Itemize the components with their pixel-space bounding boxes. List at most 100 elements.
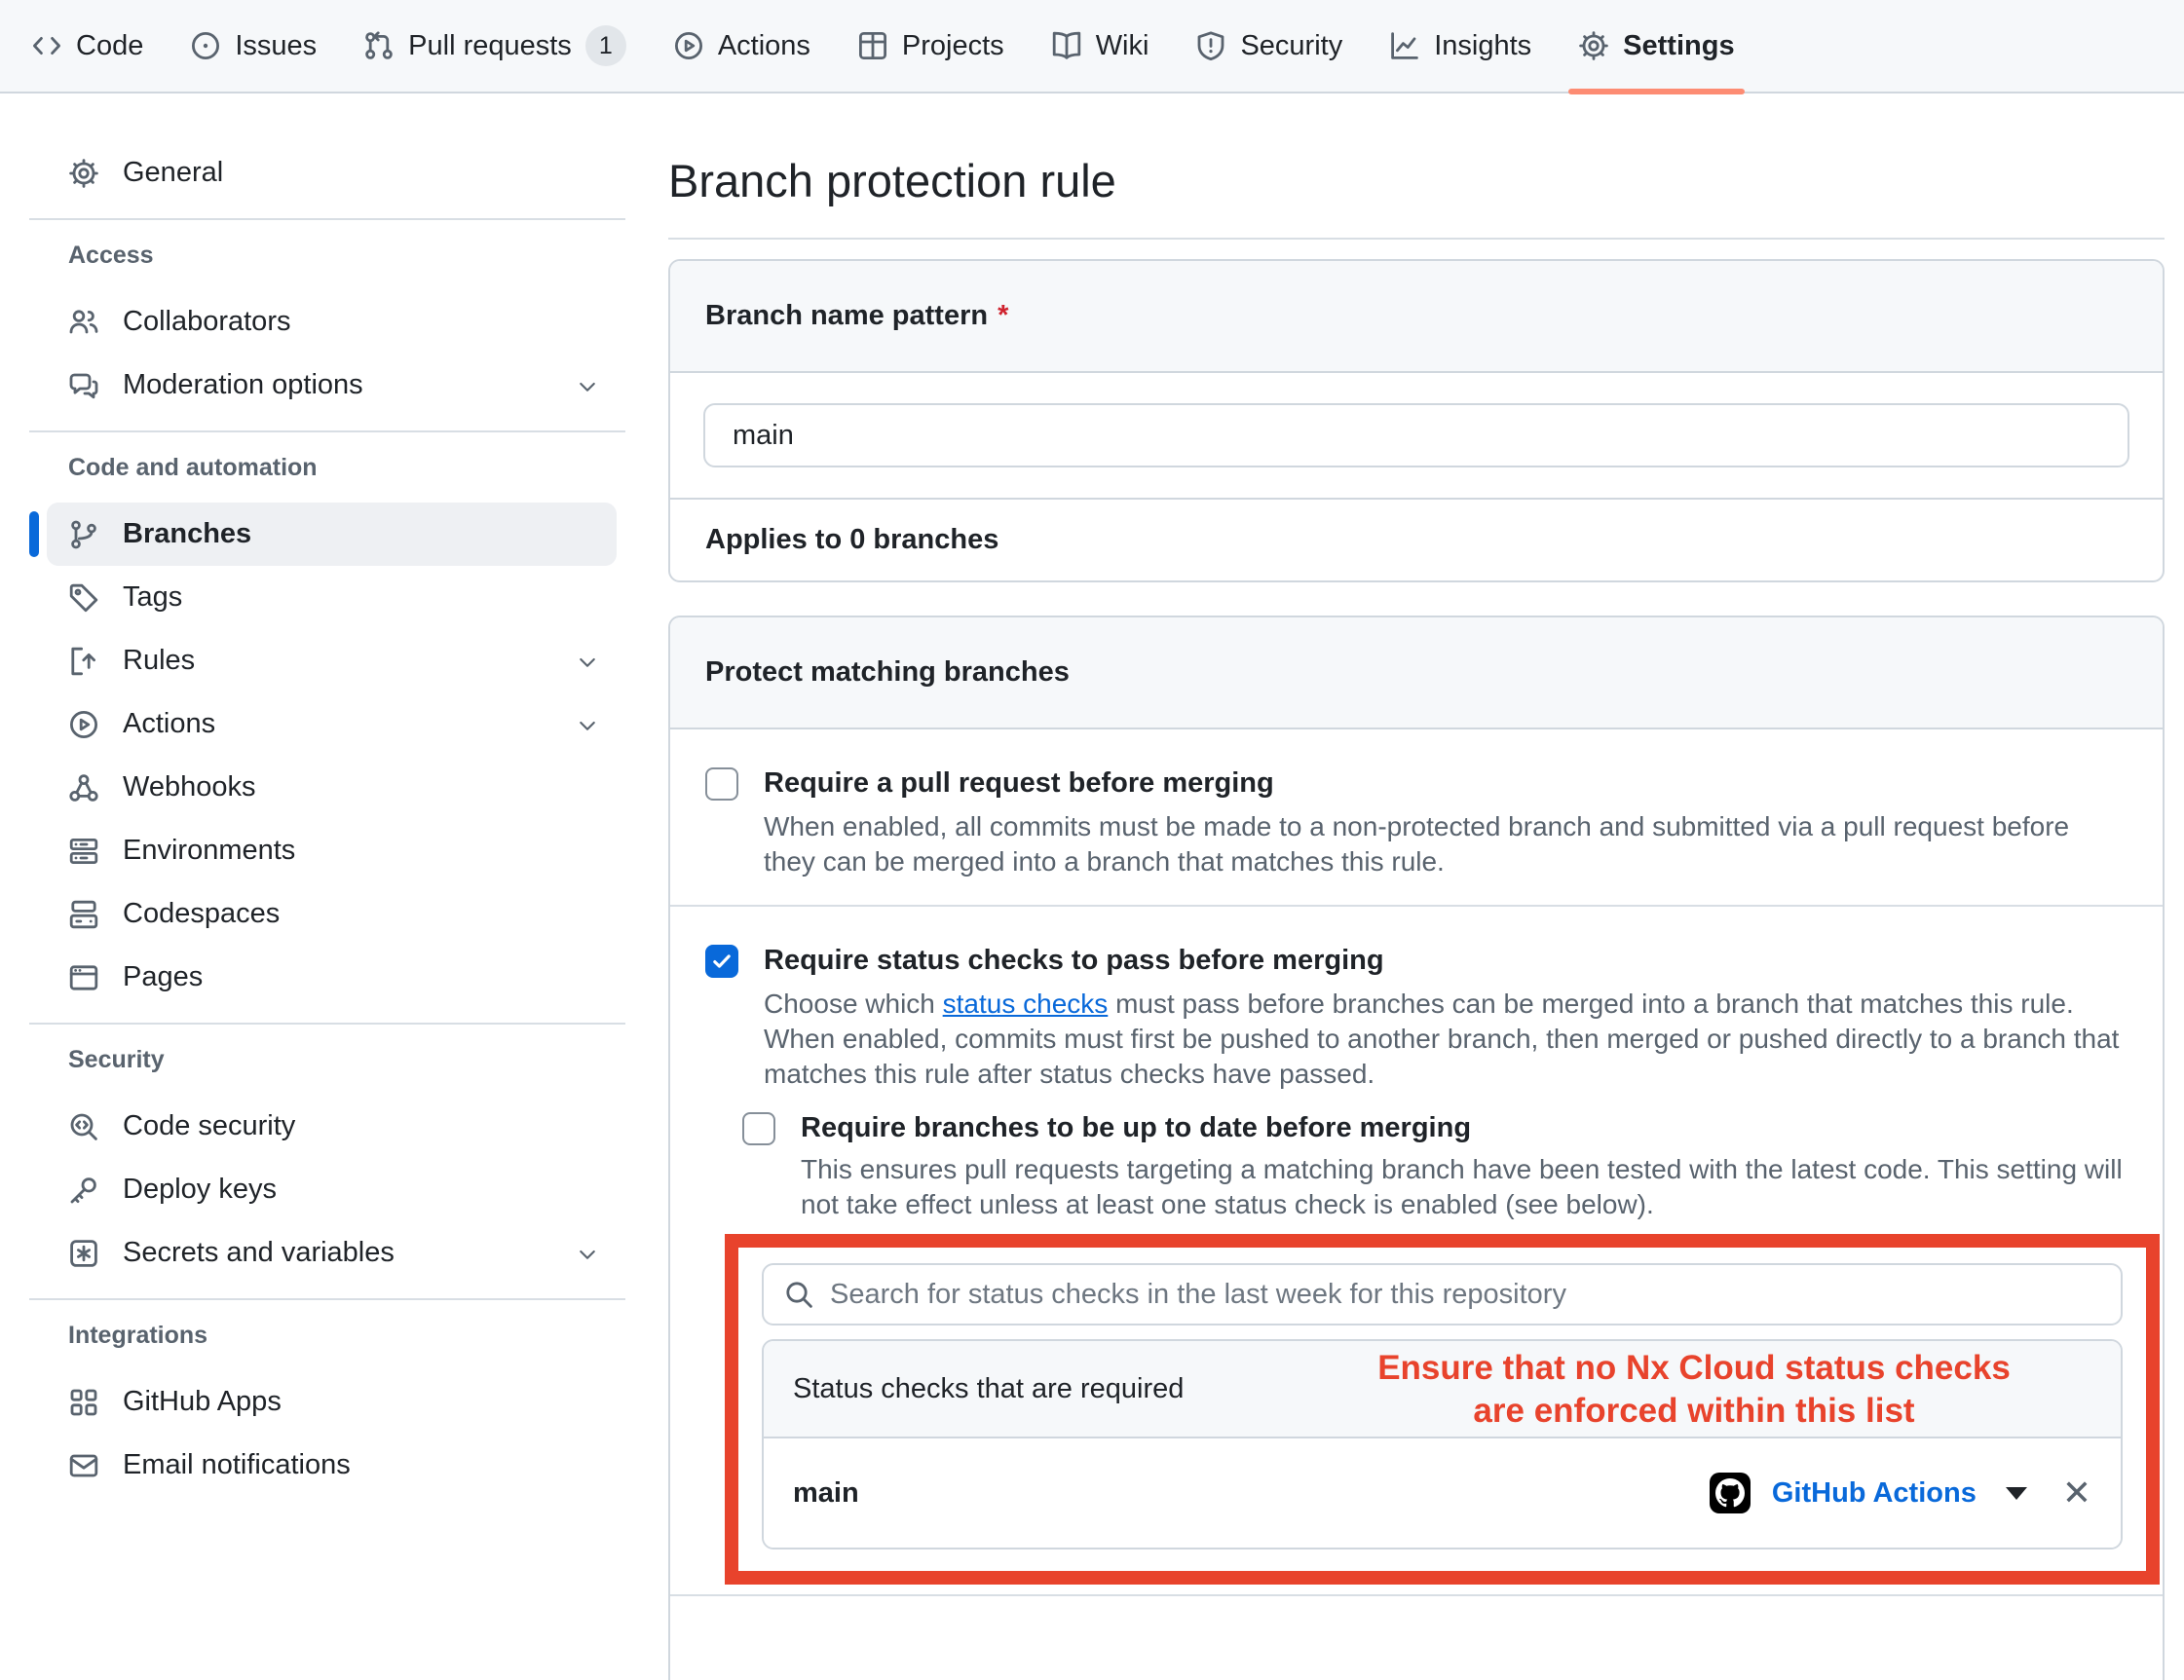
sidebar-item-actions[interactable]: Actions: [47, 692, 617, 756]
sidebar-item-deploy-keys[interactable]: Deploy keys: [47, 1158, 617, 1221]
annotation-highlight-box: Status checks that are required Ensure t…: [725, 1234, 2160, 1585]
sidebar-item-label: Pages: [123, 961, 203, 993]
sidebar-item-collaborators[interactable]: Collaborators: [47, 290, 617, 354]
status-checks-search-input[interactable]: [830, 1279, 2101, 1311]
sidebar-item-tags[interactable]: Tags: [47, 566, 617, 629]
protect-matching-branches-card: Protect matching branches Require a pull…: [668, 616, 2165, 1680]
sidebar-item-rules[interactable]: Rules: [47, 629, 617, 692]
protect-matching-branches-header: Protect matching branches: [670, 617, 2163, 729]
sidebar-item-label: Collaborators: [123, 306, 290, 338]
tab-issues-label: Issues: [235, 30, 317, 62]
chevron-down-icon: [576, 714, 599, 737]
tab-projects[interactable]: Projects: [834, 0, 1028, 93]
tab-wiki-label: Wiki: [1096, 30, 1149, 62]
applies-to-branches: Applies to 0 branches: [670, 498, 2163, 580]
sidebar-item-branches[interactable]: Branches: [47, 503, 617, 566]
mail-icon: [68, 1450, 99, 1481]
sidebar-item-pages[interactable]: Pages: [47, 946, 617, 1009]
apps-grid-icon: [68, 1387, 99, 1418]
sidebar-item-label: Moderation options: [123, 369, 363, 401]
sidebar-item-general[interactable]: General: [47, 141, 617, 205]
option-require-pull-request: Require a pull request before merging Wh…: [670, 729, 2163, 905]
sidebar-item-moderation-options[interactable]: Moderation options: [47, 354, 617, 417]
annotation-line-1: Ensure that no Nx Cloud status checks: [1309, 1347, 2079, 1390]
sidebar-item-code-security[interactable]: Code security: [47, 1095, 617, 1158]
require-up-to-date-label: Require branches to be up to date before…: [801, 1109, 2128, 1146]
sidebar-item-codespaces[interactable]: Codespaces: [47, 882, 617, 946]
sidebar-item-email-notifications[interactable]: Email notifications: [47, 1434, 617, 1497]
branch-name-pattern-input[interactable]: [703, 403, 2129, 467]
sidebar-section-code-and-automation: Code and automation: [47, 446, 617, 489]
tab-wiki[interactable]: Wiki: [1028, 0, 1173, 93]
play-icon: [68, 709, 99, 740]
require-pull-request-label: Require a pull request before merging: [764, 765, 2128, 802]
sidebar-item-webhooks[interactable]: Webhooks: [47, 756, 617, 819]
people-icon: [68, 307, 99, 338]
tab-insights[interactable]: Insights: [1366, 0, 1555, 93]
chevron-down-icon: [576, 651, 599, 674]
gear-icon: [1578, 30, 1609, 61]
sidebar-item-github-apps[interactable]: GitHub Apps: [47, 1370, 617, 1434]
annotation-line-2: are enforced within this list: [1309, 1390, 2079, 1433]
require-status-checks-label: Require status checks to pass before mer…: [764, 942, 2128, 979]
tab-code[interactable]: Code: [31, 0, 167, 93]
tab-settings[interactable]: Settings: [1555, 0, 1757, 93]
required-asterisk: *: [998, 300, 1008, 331]
sidebar-item-secrets-and-variables[interactable]: Secrets and variables: [47, 1221, 617, 1285]
sidebar-divider: [29, 1023, 625, 1025]
annotation-text: Ensure that no Nx Cloud status checks ar…: [1309, 1347, 2079, 1433]
sidebar-item-environments[interactable]: Environments: [47, 819, 617, 882]
branch-protection-rule-page: Branch protection rule Branch name patte…: [668, 127, 2165, 1680]
sidebar-item-label: Secrets and variables: [123, 1237, 395, 1269]
tab-pull-requests[interactable]: Pull requests 1: [340, 0, 650, 93]
status-check-row-main: main GitHub Actions ✕: [764, 1438, 2121, 1548]
pattern-input-row: [670, 373, 2163, 498]
book-icon: [1051, 30, 1082, 61]
sidebar-item-label: Environments: [123, 835, 295, 867]
option-require-up-to-date: Require branches to be up to date before…: [742, 1109, 2128, 1222]
settings-sidebar: General Access Collaborators Moderation …: [47, 141, 617, 1497]
require-status-checks-checkbox[interactable]: [705, 945, 738, 978]
repo-tab-bar: Code Issues Pull requests 1 Actions Proj…: [0, 0, 2184, 93]
sidebar-item-label: Tags: [123, 581, 182, 614]
required-status-checks-header: Status checks that are required Ensure t…: [764, 1341, 2121, 1438]
gear-icon: [68, 158, 99, 189]
require-pull-request-checkbox[interactable]: [705, 767, 738, 801]
codespaces-icon: [68, 899, 99, 930]
chevron-down-icon: [576, 1243, 599, 1266]
sidebar-item-label: GitHub Apps: [123, 1386, 282, 1418]
sidebar-item-label: Email notifications: [123, 1449, 351, 1481]
sidebar-item-label: Code security: [123, 1110, 295, 1142]
project-board-icon: [857, 30, 888, 61]
tab-code-label: Code: [76, 30, 143, 62]
sidebar-item-label: General: [123, 157, 223, 189]
tab-actions-label: Actions: [718, 30, 810, 62]
remove-status-check-icon[interactable]: ✕: [2062, 1475, 2091, 1511]
require-up-to-date-checkbox[interactable]: [742, 1112, 775, 1145]
tab-pull-requests-label: Pull requests: [408, 30, 572, 62]
tab-issues[interactable]: Issues: [167, 0, 340, 93]
status-checks-link[interactable]: status checks: [943, 989, 1109, 1019]
graph-icon: [1389, 30, 1420, 61]
tab-settings-label: Settings: [1623, 30, 1734, 62]
require-pull-request-desc: When enabled, all commits must be made t…: [764, 809, 2128, 879]
browser-icon: [68, 962, 99, 993]
webhook-icon: [68, 772, 99, 803]
github-mark-icon: [1715, 1478, 1745, 1508]
tab-actions[interactable]: Actions: [650, 0, 834, 93]
dropdown-caret-icon[interactable]: [2006, 1487, 2027, 1500]
git-branch-icon: [68, 519, 99, 550]
tab-security[interactable]: Security: [1172, 0, 1366, 93]
desc-text: Choose which: [764, 989, 943, 1019]
code-scan-icon: [68, 1111, 99, 1142]
sidebar-divider: [29, 430, 625, 432]
server-icon: [68, 836, 99, 867]
tab-security-label: Security: [1240, 30, 1342, 62]
github-actions-avatar: [1710, 1473, 1751, 1513]
require-up-to-date-desc: This ensures pull requests targeting a m…: [801, 1152, 2128, 1222]
tab-projects-label: Projects: [902, 30, 1004, 62]
github-actions-app-link[interactable]: GitHub Actions: [1772, 1477, 1977, 1510]
code-icon: [31, 30, 62, 61]
sidebar-section-integrations: Integrations: [47, 1314, 617, 1357]
branch-name-pattern-header: Branch name pattern*: [670, 261, 2163, 373]
